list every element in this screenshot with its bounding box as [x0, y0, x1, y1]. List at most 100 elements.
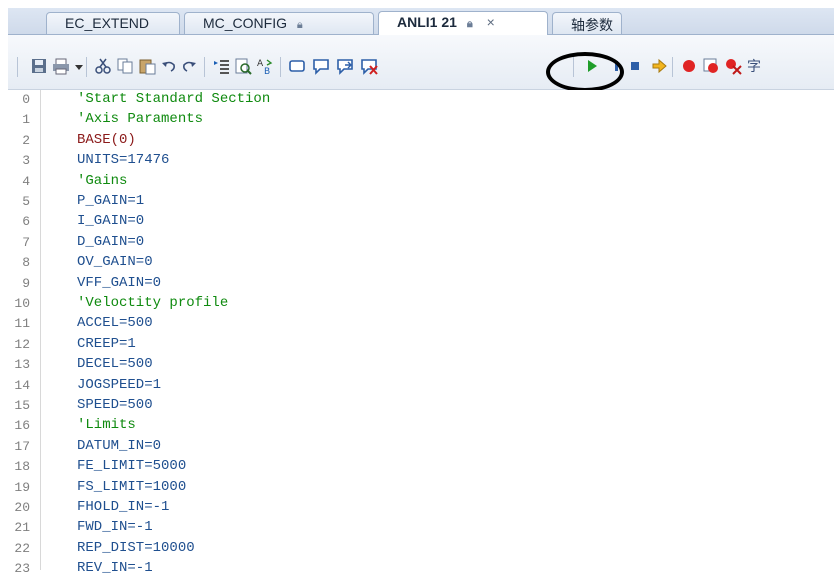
toolbar: AB 字	[8, 35, 834, 92]
code-text: REV_IN=-1	[77, 560, 153, 576]
toolbar-grip	[17, 57, 18, 77]
code-line[interactable]: 9 VFF_GAIN=0	[8, 274, 834, 294]
tab-label: MC_CONFIG	[203, 15, 287, 31]
code-line[interactable]: 13 DECEL=500	[8, 355, 834, 375]
toolbar-separator	[672, 57, 673, 77]
code-line[interactable]: 7 D_GAIN=0	[8, 233, 834, 253]
line-number: 1	[22, 112, 30, 127]
line-number: 15	[14, 398, 30, 413]
code-text: I_GAIN=0	[77, 213, 145, 229]
breakpoint-icon[interactable]	[680, 57, 698, 75]
remove-breakpoints-icon[interactable]	[724, 57, 742, 75]
line-number: 12	[14, 337, 30, 352]
code-line[interactable]: 8 OV_GAIN=0	[8, 253, 834, 273]
line-number: 14	[14, 378, 30, 393]
code-text: 'Veloctity profile	[77, 295, 229, 311]
clear-breakpoint-icon[interactable]	[702, 57, 720, 75]
svg-text:字: 字	[747, 59, 761, 75]
line-number: 20	[14, 500, 30, 515]
copy-icon[interactable]	[116, 57, 134, 75]
code-line[interactable]: 0 'Start Standard Section	[8, 90, 834, 110]
line-number: 16	[14, 418, 30, 433]
code-line[interactable]: 14 JOGSPEED=1	[8, 376, 834, 396]
redo-icon[interactable]	[180, 57, 198, 75]
code-editor[interactable]: 0 'Start Standard Section 1 'Axis Paraments…	[8, 90, 834, 576]
close-icon[interactable]: ×	[487, 14, 495, 30]
code-text: JOGSPEED=1	[77, 377, 162, 393]
tab-axis-params[interactable]: 轴参数	[552, 12, 622, 34]
line-number: 22	[14, 541, 30, 556]
svg-text:A: A	[257, 59, 264, 69]
line-number: 17	[14, 439, 30, 454]
line-number: 4	[22, 174, 30, 189]
code-line[interactable]: 20 FHOLD_IN=-1	[8, 498, 834, 518]
code-line[interactable]: 1 'Axis Paraments	[8, 110, 834, 130]
code-line[interactable]: 17 DATUM_IN=0	[8, 437, 834, 457]
line-number: 11	[14, 316, 30, 331]
comment-icon[interactable]	[312, 57, 330, 75]
code-text: BASE(0)	[77, 132, 136, 148]
undo-icon[interactable]	[160, 57, 178, 75]
uncomment-icon[interactable]	[336, 57, 354, 75]
line-number: 21	[14, 520, 30, 535]
toolbar-separator	[280, 57, 281, 77]
code-line[interactable]: 22 REP_DIST=10000	[8, 539, 834, 559]
code-line[interactable]: 3 UNITS=17476	[8, 151, 834, 171]
code-text: 'Axis Paraments	[77, 111, 204, 127]
code-line[interactable]: 5 P_GAIN=1	[8, 192, 834, 212]
code-line[interactable]: 4 'Gains	[8, 172, 834, 192]
code-text: FS_LIMIT=1000	[77, 479, 187, 495]
tab-ec-extend[interactable]: EC_EXTEND	[46, 12, 180, 34]
find-icon[interactable]	[234, 57, 252, 75]
svg-text:B: B	[264, 67, 270, 75]
lock-icon: 🔒︎	[466, 18, 473, 30]
code-text: 'Start Standard Section	[77, 91, 271, 107]
line-number: 0	[22, 92, 30, 107]
code-line[interactable]: 2 BASE(0)	[8, 131, 834, 151]
code-line[interactable]: 19 FS_LIMIT=1000	[8, 478, 834, 498]
code-text: SPEED=500	[77, 397, 153, 413]
code-line[interactable]: 16 'Limits	[8, 416, 834, 436]
code-text: FWD_IN=-1	[77, 519, 153, 535]
code-text: REP_DIST=10000	[77, 540, 195, 556]
stop-icon[interactable]	[626, 57, 644, 75]
cut-icon[interactable]	[94, 57, 112, 75]
code-text: DATUM_IN=0	[77, 438, 162, 454]
code-text: CREEP=1	[77, 336, 136, 352]
code-line[interactable]: 15 SPEED=500	[8, 396, 834, 416]
code-text: OV_GAIN=0	[77, 254, 153, 270]
highlight-circle	[546, 52, 624, 92]
more-icon[interactable]: 字	[746, 57, 764, 75]
code-line[interactable]: 21 FWD_IN=-1	[8, 518, 834, 538]
delete-comment-icon[interactable]	[360, 57, 378, 75]
paste-icon[interactable]	[138, 57, 156, 75]
line-number: 6	[22, 214, 30, 229]
line-number: 8	[22, 255, 30, 270]
save-icon[interactable]	[30, 57, 48, 75]
tab-mc-config[interactable]: MC_CONFIG 🔒︎	[184, 12, 374, 34]
code-line[interactable]: 23 REV_IN=-1	[8, 559, 834, 579]
code-line[interactable]: 11 ACCEL=500	[8, 314, 834, 334]
editor-window: EC_EXTEND MC_CONFIG 🔒︎ ANLI1 21 🔒︎ × 轴参数	[8, 0, 834, 576]
print-icon[interactable]	[52, 57, 70, 75]
code-text: ACCEL=500	[77, 315, 153, 331]
code-line[interactable]: 12 CREEP=1	[8, 335, 834, 355]
line-number: 3	[22, 153, 30, 168]
rect-icon[interactable]	[288, 57, 306, 75]
code-line[interactable]: 18 FE_LIMIT=5000	[8, 457, 834, 477]
code-text: D_GAIN=0	[77, 234, 145, 250]
lock-icon: 🔒︎	[296, 19, 303, 31]
code-line[interactable]: 6 I_GAIN=0	[8, 212, 834, 232]
line-number: 19	[14, 480, 30, 495]
line-number: 9	[22, 276, 30, 291]
step-icon[interactable]	[650, 57, 668, 75]
tab-anli1-21[interactable]: ANLI1 21 🔒︎ ×	[378, 11, 548, 35]
replace-icon[interactable]: AB	[256, 57, 274, 75]
dropdown-icon[interactable]	[70, 57, 83, 75]
line-number: 5	[22, 194, 30, 209]
line-number: 13	[14, 357, 30, 372]
code-text: P_GAIN=1	[77, 193, 145, 209]
indent-icon[interactable]	[212, 57, 230, 75]
code-line[interactable]: 10 'Veloctity profile	[8, 294, 834, 314]
line-number: 23	[14, 561, 30, 576]
